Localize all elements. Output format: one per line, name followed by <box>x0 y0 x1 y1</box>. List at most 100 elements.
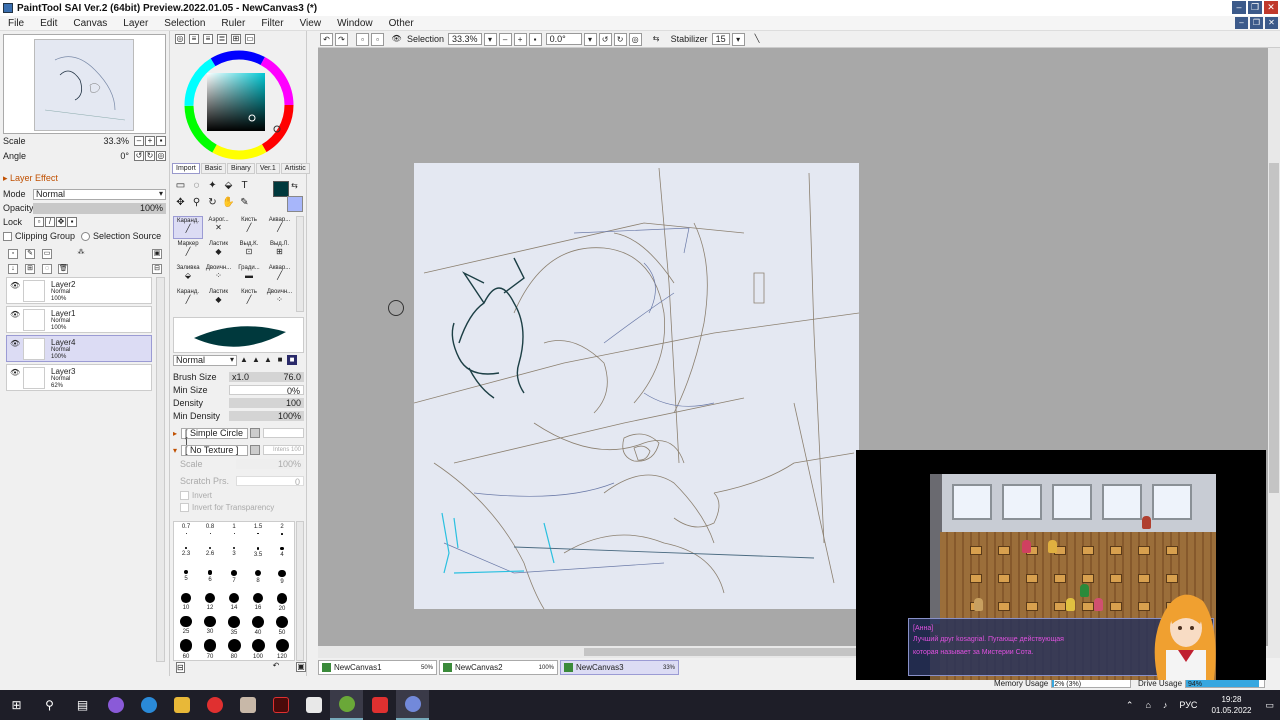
canvas-rotate-icon[interactable]: ↶ <box>271 662 281 672</box>
restore-button[interactable]: ❐ <box>1248 1 1262 14</box>
brush-size-multiplier[interactable]: x1.0 <box>232 372 249 382</box>
size-preset[interactable]: 9 <box>270 570 294 585</box>
layer-item[interactable]: 👁 Layer3 Normal 62% <box>6 364 152 391</box>
brush-slot[interactable]: Каранд. ╱ <box>173 288 203 311</box>
size-preset[interactable]: 40 <box>246 616 270 636</box>
paint-app-icon[interactable] <box>231 690 264 720</box>
doc-close-button[interactable]: ✕ <box>1265 17 1278 29</box>
brush-slot[interactable]: Гради... ▬ <box>234 264 264 287</box>
size-preset[interactable]: 3 <box>222 547 246 557</box>
flip-horizontal-icon[interactable]: ⇆ <box>650 33 663 46</box>
size-preset[interactable]: 0.8 <box>198 524 222 536</box>
swatches-mode-icon[interactable]: ⊞ <box>231 34 241 44</box>
size-preset[interactable]: 5 <box>174 570 198 582</box>
brush-shape-strength[interactable] <box>263 428 304 438</box>
layer-item[interactable]: 👁 Layer1 Normal 100% <box>6 306 152 333</box>
size-preset[interactable]: 30 <box>198 616 222 635</box>
brush-tip-medium-icon[interactable]: ▲ <box>251 355 261 365</box>
document-tab[interactable]: NewCanvas3 33% <box>560 660 679 675</box>
lasso-icon[interactable]: ◌ <box>190 179 203 192</box>
yandex-browser-icon[interactable] <box>198 690 231 720</box>
brush-slot[interactable]: Выд.К. ⊡ <box>234 240 264 263</box>
eyedropper-icon[interactable]: ✎ <box>238 196 251 209</box>
rotate-left-button[interactable]: ↺ <box>134 151 144 161</box>
stabilizer-dropdown-icon[interactable]: ▾ <box>731 32 745 46</box>
toolbar-zoom-reset-icon[interactable]: ▪ <box>528 32 542 46</box>
store-icon[interactable] <box>297 690 330 720</box>
system-clock[interactable]: 19:28 01.05.2022 <box>1211 694 1251 716</box>
size-preset[interactable]: 0.7 <box>174 524 198 536</box>
tray-chevron-icon[interactable]: ⌃ <box>1126 700 1134 711</box>
rotation-dropdown-icon[interactable]: ▾ <box>583 32 597 46</box>
minimize-button[interactable]: – <box>1232 1 1246 14</box>
doc-minimize-button[interactable]: – <box>1235 17 1248 29</box>
yandex-icon[interactable] <box>363 690 396 720</box>
color-wheel-mode-icon[interactable]: ◎ <box>175 34 185 44</box>
size-preset[interactable]: 1.5 <box>246 524 270 536</box>
app-icon-purple[interactable] <box>99 690 132 720</box>
menu-view[interactable]: View <box>292 18 330 29</box>
straight-line-icon[interactable]: ╲ <box>751 33 764 46</box>
brush-shape-expand-icon[interactable]: ▸ <box>173 429 181 438</box>
size-preset[interactable]: 2 <box>270 524 294 537</box>
text-icon[interactable]: T <box>238 179 251 192</box>
eye-icon[interactable]: 👁 <box>10 310 20 319</box>
brush-tip-round-icon[interactable]: ▲ <box>239 355 249 365</box>
angle-value[interactable]: 0° <box>63 151 133 161</box>
lock-transparency-icon[interactable]: ▫ <box>34 217 44 227</box>
file-explorer-icon[interactable] <box>165 690 198 720</box>
eye-icon[interactable]: 👁 <box>10 339 20 348</box>
rotate-reset-button[interactable]: ◎ <box>156 151 166 161</box>
size-preset[interactable]: 2.6 <box>198 547 222 557</box>
brush-slot[interactable]: Выд.Л. ⊞ <box>265 240 295 263</box>
brush-slot[interactable]: Двоичн... ⁘ <box>204 264 234 287</box>
menu-file[interactable]: File <box>0 18 32 29</box>
undo-icon[interactable]: ↶ <box>320 32 333 46</box>
lock-move-icon[interactable]: ✥ <box>56 217 66 227</box>
size-preset[interactable]: 16 <box>246 593 270 611</box>
menu-selection[interactable]: Selection <box>156 18 213 29</box>
size-preset[interactable]: 35 <box>222 616 246 636</box>
brush-texture-select[interactable]: [ No Texture ] <box>181 444 248 456</box>
size-preset[interactable]: 4 <box>270 547 294 558</box>
selection-source-radio[interactable] <box>81 231 91 241</box>
invert-checkbox[interactable] <box>180 491 189 501</box>
game-app-icon[interactable] <box>330 690 363 720</box>
eye-icon[interactable]: 👁 <box>10 281 20 290</box>
layer-list-scrollbar[interactable] <box>156 277 165 662</box>
keyboard-language[interactable]: РУС <box>1179 700 1197 710</box>
merge-down-icon[interactable]: ⊞ <box>25 264 35 274</box>
layer-options-icon[interactable]: ⊟ <box>152 264 162 274</box>
deselect-icon[interactable]: ▫ <box>356 32 369 46</box>
panel-options-icon[interactable]: ⊟ <box>176 662 185 673</box>
zoom-in-button[interactable]: + <box>145 136 155 146</box>
size-preset[interactable]: 14 <box>222 593 246 611</box>
stabilizer-field[interactable]: 15 <box>711 33 730 45</box>
menu-edit[interactable]: Edit <box>32 18 65 29</box>
zoom-icon[interactable]: ⚲ <box>190 196 203 209</box>
trash-icon[interactable]: 🗑 <box>58 264 68 274</box>
tool-set-tab[interactable]: Import <box>172 163 200 174</box>
discord-icon[interactable] <box>396 690 429 720</box>
size-preset[interactable]: 6 <box>198 570 222 583</box>
brush-texture-intensity[interactable]: Intens 100 <box>263 445 304 455</box>
brush-size-slider[interactable]: x1.0 76.0 <box>229 371 304 382</box>
texture-scale-slider[interactable]: 100% <box>236 458 304 469</box>
doc-restore-button[interactable]: ❐ <box>1250 17 1263 29</box>
toolbar-rotate-reset-icon[interactable]: ◎ <box>628 32 642 46</box>
vertical-scrollbar[interactable] <box>1268 48 1280 646</box>
brush-texture-button[interactable] <box>250 445 260 455</box>
color-wheel[interactable] <box>180 46 298 164</box>
rotate-right-button[interactable]: ↻ <box>145 151 155 161</box>
canvas-menu-icon[interactable]: ▣ <box>296 662 306 672</box>
selection-visibility-icon[interactable]: 👁 <box>390 33 403 46</box>
brush-slot[interactable]: Аквар... ╱ <box>265 216 295 239</box>
invert-selection-icon[interactable]: ▫ <box>371 32 384 46</box>
brush-slot[interactable]: Двоичн... ⁘ <box>265 288 295 311</box>
lock-all-icon[interactable]: ▪ <box>67 217 77 227</box>
new-folder-icon[interactable]: ▭ <box>42 249 52 259</box>
close-button[interactable]: ✕ <box>1264 1 1278 14</box>
brush-slot[interactable]: Ластик ◆ <box>204 288 234 311</box>
size-preset[interactable]: 20 <box>270 593 294 612</box>
layer-settings-icon[interactable]: ▣ <box>152 249 162 259</box>
